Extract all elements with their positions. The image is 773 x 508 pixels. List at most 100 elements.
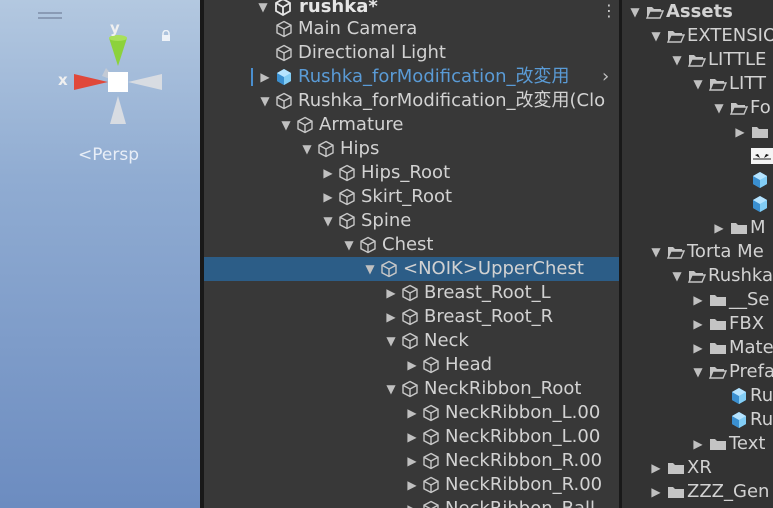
- hierarchy-row[interactable]: ▶ Rushka_forModification_改変用 ›: [204, 65, 619, 89]
- hierarchy-row-label: Spine: [361, 210, 412, 231]
- hierarchy-row[interactable]: Directional Light: [204, 41, 619, 65]
- collapse-arrow-icon[interactable]: ▼: [712, 96, 726, 120]
- hierarchy-row[interactable]: ▶ Breast_Root_R: [204, 305, 619, 329]
- project-row[interactable]: ▼ EXTENSIO: [622, 24, 773, 48]
- project-row-label: Ru: [750, 385, 773, 406]
- collapse-arrow-icon[interactable]: ▼: [691, 72, 705, 96]
- expand-arrow-icon[interactable]: ▶: [691, 432, 705, 456]
- hierarchy-row[interactable]: ▶ NeckRibbon_Ball: [204, 497, 619, 508]
- expand-arrow-icon[interactable]: ▶: [405, 497, 419, 508]
- hierarchy-row[interactable]: ▼ <NOIK>UpperChest: [204, 257, 619, 281]
- expand-arrow-icon[interactable]: ▶: [712, 216, 726, 240]
- hierarchy-row[interactable]: ▶ Head: [204, 353, 619, 377]
- project-row[interactable]: Ru: [622, 408, 773, 432]
- project-row-label: LITTLE: [708, 49, 767, 70]
- hierarchy-row[interactable]: ▶ NeckRibbon_R.00: [204, 473, 619, 497]
- project-row[interactable]: ▶ XR: [622, 456, 773, 480]
- hierarchy-row-label: Directional Light: [298, 42, 446, 63]
- expand-arrow-icon[interactable]: ▶: [649, 480, 663, 504]
- hierarchy-row[interactable]: ▶ NeckRibbon_R.00: [204, 449, 619, 473]
- hierarchy-row[interactable]: ▼ Spine: [204, 209, 619, 233]
- hierarchy-row[interactable]: ▼ Hips: [204, 137, 619, 161]
- project-row[interactable]: Ru: [622, 384, 773, 408]
- perspective-toggle[interactable]: <Persp: [78, 145, 139, 165]
- hierarchy-row[interactable]: ▼ Neck: [204, 329, 619, 353]
- collapse-arrow-icon[interactable]: ▼: [628, 0, 642, 24]
- expand-arrow-icon[interactable]: ▶: [405, 401, 419, 425]
- project-row[interactable]: ▼ Fo: [622, 96, 773, 120]
- expand-arrow-icon[interactable]: ▶: [384, 281, 398, 305]
- expand-arrow-icon[interactable]: ▶: [405, 449, 419, 473]
- open-prefab-chevron-icon[interactable]: ›: [602, 65, 609, 89]
- collapse-arrow-icon[interactable]: ▼: [649, 24, 663, 48]
- collapse-arrow-icon[interactable]: ▼: [384, 329, 398, 353]
- project-row[interactable]: ▼ Torta Me: [622, 240, 773, 264]
- project-panel: ▼ Assets ▼ EXTENSIO ▼ LITTLE ▼ LITT ▼ Fo ▶ ▶ M ▼ Torta…: [622, 0, 773, 508]
- hierarchy-row[interactable]: ▼ Armature: [204, 113, 619, 137]
- expand-arrow-icon[interactable]: ▶: [691, 288, 705, 312]
- project-row[interactable]: ▼ Prefa: [622, 360, 773, 384]
- project-row[interactable]: ▶ Mate: [622, 336, 773, 360]
- collapse-arrow-icon[interactable]: ▼: [279, 113, 293, 137]
- expand-arrow-icon[interactable]: ▶: [691, 336, 705, 360]
- expand-arrow-icon[interactable]: ▶: [405, 353, 419, 377]
- gameobject-cube-icon: [423, 356, 439, 374]
- project-row[interactable]: ▶ __Se: [622, 288, 773, 312]
- folder-icon: [710, 343, 726, 354]
- collapse-arrow-icon[interactable]: ▼: [342, 233, 356, 257]
- hierarchy-row[interactable]: ▶ NeckRibbon_L.00: [204, 401, 619, 425]
- folder-icon: [710, 319, 726, 330]
- project-row[interactable]: ▶ M: [622, 216, 773, 240]
- expand-arrow-icon[interactable]: ▶: [733, 120, 747, 144]
- hierarchy-row[interactable]: ▼ NeckRibbon_Root: [204, 377, 619, 401]
- collapse-arrow-icon[interactable]: ▼: [363, 257, 377, 281]
- project-row[interactable]: [622, 192, 773, 216]
- folder-open-icon: [688, 271, 706, 283]
- collapse-arrow-icon[interactable]: ▼: [649, 240, 663, 264]
- hierarchy-row-label: Hips_Root: [361, 162, 451, 183]
- project-row[interactable]: ▼ Assets: [622, 0, 773, 24]
- project-row[interactable]: ▼ Rushka: [622, 264, 773, 288]
- collapse-arrow-icon[interactable]: ▼: [321, 209, 335, 233]
- hierarchy-row[interactable]: ▼ Chest: [204, 233, 619, 257]
- expand-arrow-icon[interactable]: ▶: [384, 305, 398, 329]
- project-row[interactable]: [622, 144, 773, 168]
- project-row-label: Rushka: [708, 265, 773, 286]
- expand-arrow-icon[interactable]: ▶: [321, 185, 335, 209]
- folder-icon: [710, 295, 726, 306]
- hierarchy-row-label: Hips: [340, 138, 380, 159]
- folder-open-icon: [688, 55, 706, 67]
- collapse-arrow-icon[interactable]: ▼: [670, 48, 684, 72]
- expand-arrow-icon[interactable]: ▶: [258, 65, 272, 89]
- hierarchy-row[interactable]: ▶ Skirt_Root: [204, 185, 619, 209]
- hierarchy-row[interactable]: ▶ NeckRibbon_L.00: [204, 425, 619, 449]
- menu-icon[interactable]: [38, 12, 62, 14]
- hierarchy-row[interactable]: Main Camera: [204, 17, 619, 41]
- project-row-label: Text: [729, 433, 766, 454]
- project-row[interactable]: ▶ ZZZ_Gen: [622, 480, 773, 504]
- expand-arrow-icon[interactable]: ▶: [405, 425, 419, 449]
- hierarchy-row[interactable]: ▶ Hips_Root: [204, 161, 619, 185]
- collapse-arrow-icon[interactable]: ▼: [258, 89, 272, 113]
- project-row[interactable]: [622, 168, 773, 192]
- expand-arrow-icon[interactable]: ▶: [405, 473, 419, 497]
- hierarchy-row-label: Rushka_forModification_改変用(Clo: [298, 90, 606, 111]
- project-row[interactable]: ▶ Text: [622, 432, 773, 456]
- project-row[interactable]: ▶ FBX: [622, 312, 773, 336]
- expand-arrow-icon[interactable]: ▶: [649, 456, 663, 480]
- project-row[interactable]: ▼ LITT: [622, 72, 773, 96]
- project-row[interactable]: ▶: [622, 120, 773, 144]
- expand-arrow-icon[interactable]: ▶: [321, 161, 335, 185]
- collapse-arrow-icon[interactable]: ▼: [384, 377, 398, 401]
- hierarchy-row[interactable]: ▼ Rushka_forModification_改変用(Clo: [204, 89, 619, 113]
- prefab-cube-icon: [732, 412, 746, 428]
- project-row-label: Prefa: [729, 361, 773, 382]
- collapse-arrow-icon[interactable]: ▼: [300, 137, 314, 161]
- expand-arrow-icon[interactable]: ▶: [691, 312, 705, 336]
- collapse-arrow-icon[interactable]: ▼: [691, 360, 705, 384]
- collapse-arrow-icon[interactable]: ▼: [670, 264, 684, 288]
- project-row[interactable]: ▼ LITTLE: [622, 48, 773, 72]
- hierarchy-row[interactable]: ▶ Breast_Root_L: [204, 281, 619, 305]
- scene-view[interactable]: y x <Persp: [0, 0, 200, 508]
- folder-icon: [731, 223, 747, 234]
